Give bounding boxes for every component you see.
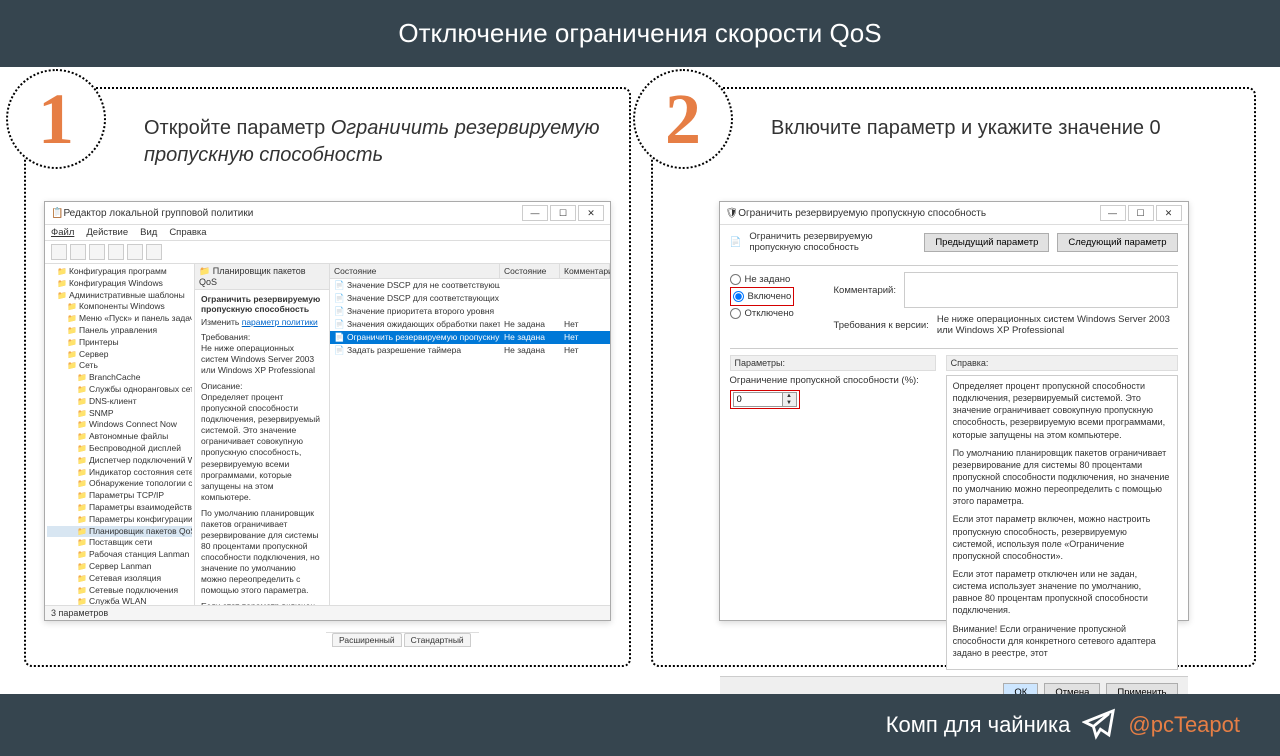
list-row[interactable]: 📄 Значение DSCP для не соответствующих п…	[330, 279, 610, 292]
help-text: Определяет процент пропускной способност…	[946, 375, 1178, 670]
prev-param-button[interactable]: Предыдущий параметр	[924, 233, 1049, 252]
tree-node[interactable]: Административные шаблоны	[47, 290, 192, 302]
dlg-icon: 🛡	[726, 208, 739, 219]
toolbar-filter[interactable]	[146, 244, 162, 260]
tree-node[interactable]: Windows Connect Now	[47, 419, 192, 431]
minimize-button[interactable]: —	[1100, 205, 1126, 221]
step-1-panel: 1 Откройте параметр Ограничить резервиру…	[24, 87, 631, 667]
tree-node[interactable]: Параметры конфигурации S	[47, 514, 192, 526]
tree-node[interactable]: Беспроводной дисплей	[47, 443, 192, 455]
tree-node[interactable]: Сервер Lanman	[47, 561, 192, 573]
step-2-instruction: Включите параметр и укажите значение 0	[771, 107, 1236, 187]
col-comment[interactable]: Комментарий	[560, 264, 610, 278]
toolbar-refresh[interactable]	[108, 244, 124, 260]
page-header: Отключение ограничения скорости QoS	[0, 0, 1280, 67]
window-title: Редактор локальной групповой политики	[63, 208, 253, 219]
tree-node[interactable]: SNMP	[47, 408, 192, 420]
toolbar-up[interactable]	[89, 244, 105, 260]
tree-node[interactable]: Рабочая станция Lanman	[47, 549, 192, 561]
next-param-button[interactable]: Следующий параметр	[1057, 233, 1177, 252]
tree-node[interactable]: Меню «Пуск» и панель задач	[47, 313, 192, 325]
tree-node[interactable]: Параметры TCP/IP	[47, 490, 192, 502]
step-1-instruction: Откройте параметр Ограничить резервируем…	[144, 107, 611, 187]
help-header: Справка:	[946, 355, 1178, 371]
list-row[interactable]: 📄 Значение DSCP для соответствующих паке…	[330, 292, 610, 305]
gpedit-window: 📋 Редактор локальной групповой политики …	[44, 201, 611, 621]
maximize-button[interactable]: ☐	[550, 205, 576, 221]
tree-node[interactable]: Сеть	[47, 360, 192, 372]
toolbar-back[interactable]	[51, 244, 67, 260]
col-status[interactable]: Состояние	[500, 264, 560, 278]
bandwidth-spinner[interactable]: ▲▼	[733, 392, 797, 407]
step-2-panel: 2 Включите параметр и укажите значение 0…	[651, 87, 1256, 667]
tree-node[interactable]: Планировщик пакетов QoS	[47, 526, 192, 538]
toolbar-props[interactable]	[127, 244, 143, 260]
list-row[interactable]: 📄 Задать разрешение таймераНе заданаНет	[330, 344, 610, 357]
dlg-title: Ограничить резервируемую пропускную спос…	[738, 208, 986, 219]
footer-handle[interactable]: @pcTeapot	[1128, 712, 1240, 738]
list-row[interactable]: 📄 Ограничить резервируемую пропускную сп…	[330, 331, 610, 344]
spin-down-icon[interactable]: ▼	[783, 400, 796, 407]
bw-label: Ограничение пропускной способности (%):	[730, 375, 936, 386]
settings-list: Состояние Состояние Комментарий 📄 Значен…	[330, 264, 610, 605]
menu-help[interactable]: Справка	[169, 227, 206, 238]
page-footer: Комп для чайника @pcTeapot	[0, 694, 1280, 756]
detail-pane: 📁 Планировщик пакетов QoS Ограничить рез…	[195, 264, 330, 605]
tree-node[interactable]: DNS-клиент	[47, 396, 192, 408]
tree-node[interactable]: Поставщик сети	[47, 537, 192, 549]
radio-disabled[interactable]: Отключено	[730, 308, 820, 319]
menu-view[interactable]: Вид	[140, 227, 157, 238]
toolbar-fwd[interactable]	[70, 244, 86, 260]
radio-enabled[interactable]: Включено	[733, 291, 792, 302]
step-1-badge: 1	[6, 69, 106, 169]
tree-node[interactable]: Сетевые подключения	[47, 585, 192, 597]
dlg-subtitle: Ограничить резервируемую пропускную спос…	[749, 231, 916, 253]
params-header: Параметры:	[730, 355, 936, 371]
reqver-text: Не ниже операционных систем Windows Serv…	[937, 314, 1178, 336]
detail-title: Ограничить резервируемую пропускную спос…	[201, 294, 323, 314]
maximize-button[interactable]: ☐	[1128, 205, 1154, 221]
menubar: Файл Действие Вид Справка	[45, 225, 610, 241]
minimize-button[interactable]: —	[522, 205, 548, 221]
close-button[interactable]: ✕	[1156, 205, 1182, 221]
step-2-badge: 2	[633, 69, 733, 169]
comment-box[interactable]	[904, 272, 1178, 308]
nav-tree[interactable]: Конфигурация программКонфигурация Window…	[45, 264, 195, 605]
tree-node[interactable]: Конфигурация программ	[47, 266, 192, 278]
statusbar: 3 параметров	[45, 605, 610, 620]
tree-node[interactable]: Диспетчер подключений W	[47, 455, 192, 467]
page-title: Отключение ограничения скорости QoS	[398, 18, 881, 48]
tree-node[interactable]: Обнаружение топологии св	[47, 478, 192, 490]
tree-node[interactable]: Панель управления	[47, 325, 192, 337]
list-row[interactable]: 📄 Значение приоритета второго уровня	[330, 305, 610, 318]
list-row[interactable]: 📄 Значения ожидающих обработки пакетовНе…	[330, 318, 610, 331]
toolbar	[45, 241, 610, 264]
property-dialog: 🛡 Ограничить резервируемую пропускную сп…	[719, 201, 1189, 621]
tree-node[interactable]: Служба WLAN	[47, 596, 192, 605]
tree-node[interactable]: Принтеры	[47, 337, 192, 349]
tree-node[interactable]: Компоненты Windows	[47, 301, 192, 313]
menu-file[interactable]: Файл	[51, 227, 74, 238]
gpedit-icon: 📋	[51, 208, 63, 219]
tree-node[interactable]: Параметры взаимодействия	[47, 502, 192, 514]
radio-notset[interactable]: Не задано	[730, 274, 820, 285]
menu-action[interactable]: Действие	[86, 227, 128, 238]
dlg-titlebar: 🛡 Ограничить резервируемую пропускную сп…	[720, 202, 1188, 225]
close-button[interactable]: ✕	[578, 205, 604, 221]
col-state[interactable]: Состояние	[330, 264, 500, 278]
tree-node[interactable]: Сетевая изоляция	[47, 573, 192, 585]
gpedit-titlebar: 📋 Редактор локальной групповой политики …	[45, 202, 610, 225]
tree-node[interactable]: Сервер	[47, 349, 192, 361]
bandwidth-input[interactable]	[733, 392, 783, 407]
tree-node[interactable]: BranchCache	[47, 372, 192, 384]
detail-header: 📁 Планировщик пакетов QoS	[195, 264, 329, 290]
footer-brand: Комп для чайника	[886, 712, 1071, 738]
tree-node[interactable]: Службы одноранговых сет	[47, 384, 192, 396]
tree-node[interactable]: Конфигурация Windows	[47, 278, 192, 290]
edit-policy-link[interactable]: параметр политики	[242, 317, 318, 327]
tree-node[interactable]: Автономные файлы	[47, 431, 192, 443]
tree-node[interactable]: Индикатор состояния сетев	[47, 467, 192, 479]
telegram-icon	[1082, 708, 1116, 742]
